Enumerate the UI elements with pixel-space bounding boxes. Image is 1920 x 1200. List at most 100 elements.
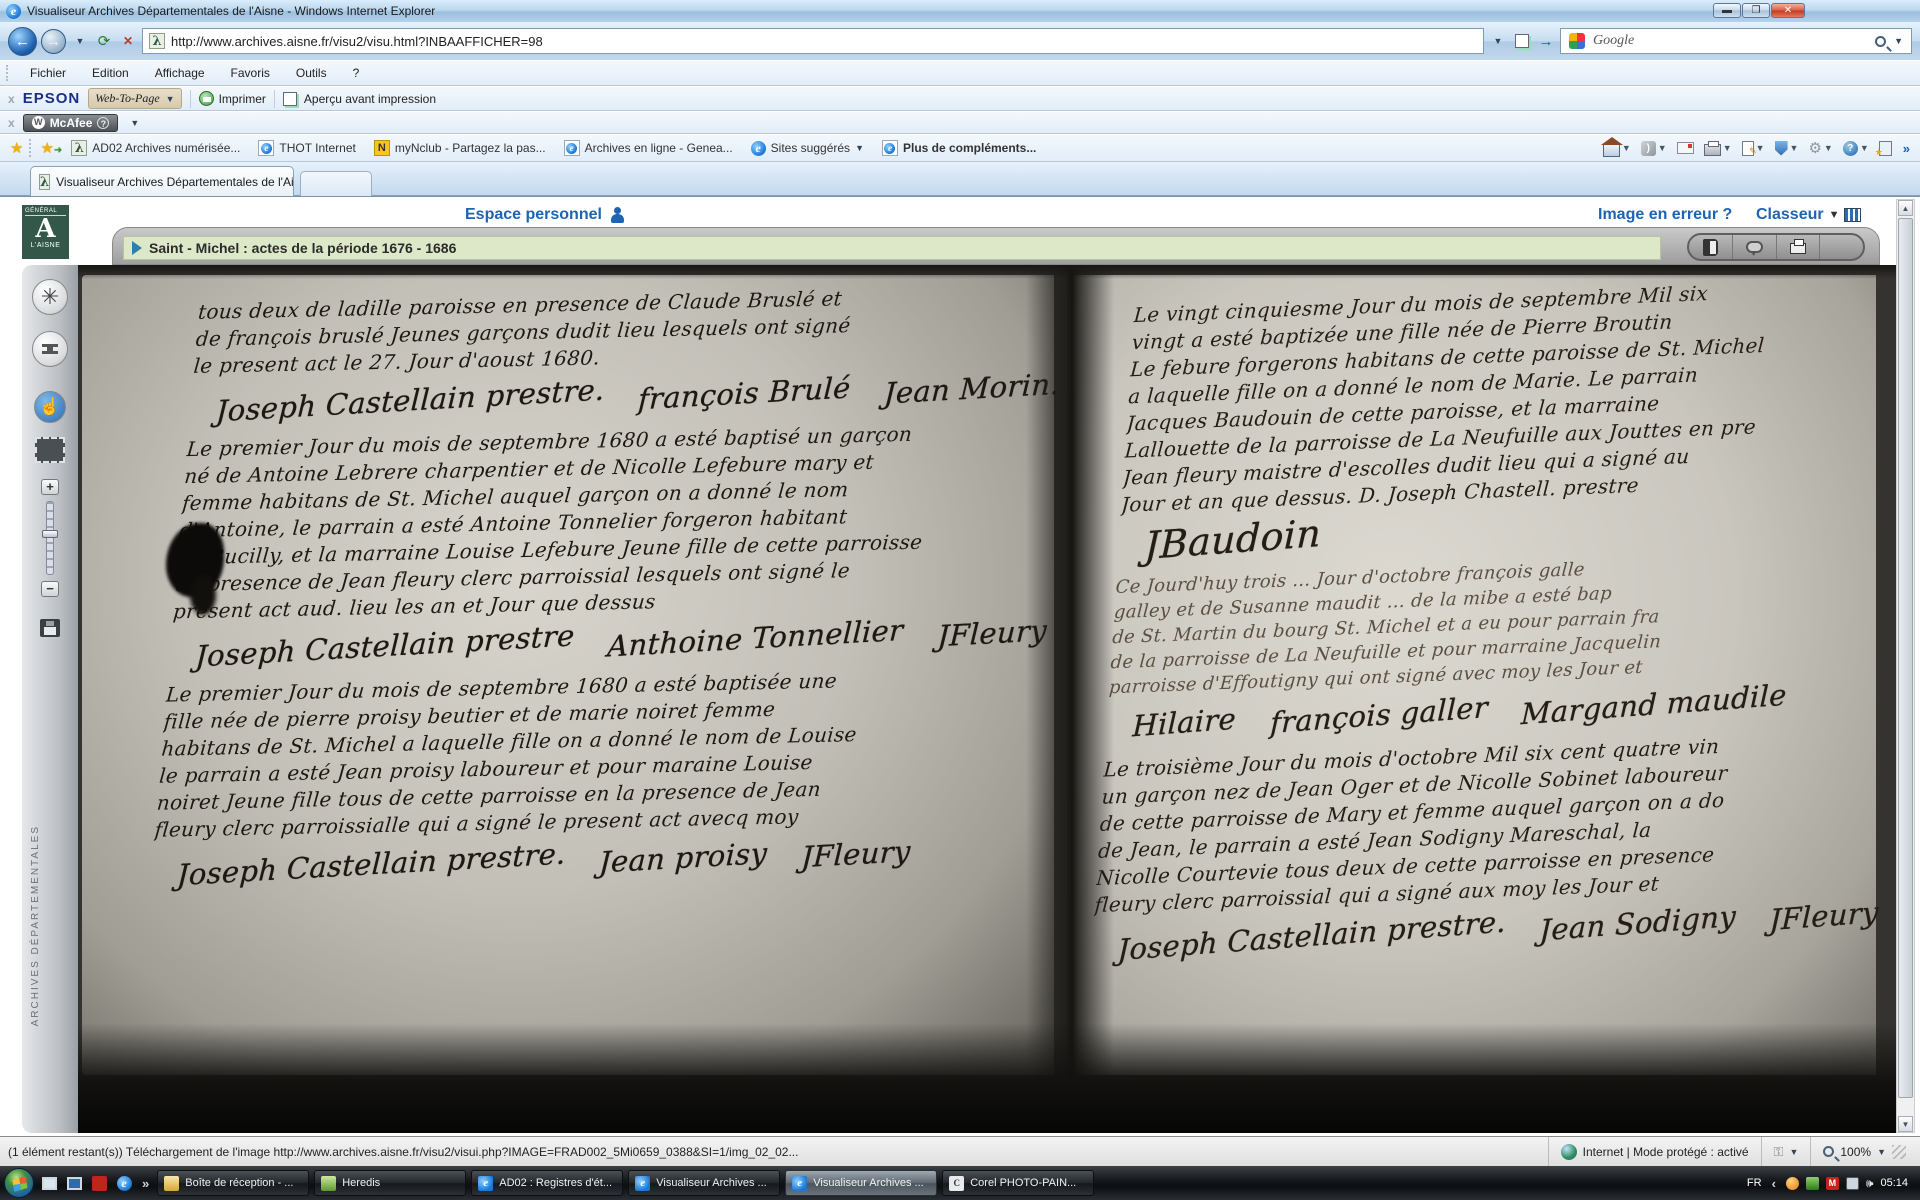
window-switcher-button[interactable]	[64, 1173, 84, 1193]
espace-personnel-link[interactable]: Espace personnel	[465, 206, 624, 224]
taskbar-button[interactable]: Boîte de réception - ...	[157, 1170, 309, 1196]
levels-icon	[42, 344, 58, 354]
scroll-up-button[interactable]: ▲	[1898, 200, 1913, 216]
menu-outils[interactable]: Outils	[283, 66, 340, 80]
classeur-grid-icon[interactable]	[1844, 208, 1861, 222]
language-indicator[interactable]: FR	[1747, 1177, 1762, 1189]
favorite-item[interactable]: eSites suggérés▼	[742, 141, 873, 156]
mail-button[interactable]	[1674, 141, 1697, 155]
protected-mode-button[interactable]: ⚿▼	[1761, 1137, 1811, 1166]
favorites-button[interactable]: ★	[10, 139, 23, 157]
compatibility-button[interactable]	[1512, 29, 1532, 53]
taskbar-button[interactable]: Heredis	[314, 1170, 466, 1196]
search-icon[interactable]	[1875, 36, 1886, 47]
zoom-out-button[interactable]: −	[41, 581, 59, 597]
minimize-button[interactable]: ▬	[1713, 3, 1741, 18]
tray-network-activity-icon[interactable]	[1806, 1177, 1819, 1190]
manuscript-image[interactable]: tous deux de ladille paroisse en presenc…	[78, 265, 1896, 1133]
search-dropdown-icon[interactable]: ▼	[1894, 36, 1903, 46]
quicklaunch-mcafee[interactable]	[89, 1173, 109, 1193]
print-view-button[interactable]	[1777, 235, 1821, 259]
page-content: GÉNÉRAL A L'AISNE Espace personnel Image…	[0, 196, 1920, 1136]
menu-affichage[interactable]: Affichage	[142, 66, 218, 80]
tray-volume-icon[interactable]: 🕪	[1866, 1176, 1874, 1191]
manuscript-act: Le premier Jour du mois de septembre 168…	[150, 665, 967, 886]
favorite-item[interactable]: eArchives en ligne - Genea...	[555, 140, 742, 156]
menu-aide[interactable]: ?	[340, 66, 373, 80]
play-triangle-icon	[132, 241, 142, 255]
tools-button[interactable]: ⚙▼	[1805, 138, 1835, 158]
zoom-control[interactable]: 100% ▼	[1810, 1137, 1920, 1166]
quicklaunch-ie[interactable]: e	[114, 1173, 134, 1193]
web-to-page-button[interactable]: Web-To-Page ▼	[88, 88, 181, 109]
start-button[interactable]	[4, 1168, 34, 1198]
tab-visualiseur[interactable]: λ Visualiseur Archives Départementales d…	[30, 166, 294, 196]
overview-tool-button[interactable]: ✳	[32, 279, 68, 315]
save-view-button[interactable]	[40, 619, 60, 637]
zoom-slider-handle[interactable]	[42, 530, 58, 538]
classeur-link[interactable]: Classeur ▼	[1756, 206, 1861, 224]
stop-button[interactable]: ✕	[118, 29, 138, 53]
favorite-item[interactable]: eTHOT Internet	[249, 140, 364, 156]
menu-favoris[interactable]: Favoris	[218, 66, 283, 80]
safety-button[interactable]: ▼	[1772, 140, 1802, 157]
taskbar-button[interactable]: eAD02 : Registres d'ét...	[471, 1170, 623, 1196]
tray-chevron[interactable]: ‹	[1772, 1176, 1776, 1191]
taskbar-button[interactable]: eVisualiseur Archives ...	[628, 1170, 780, 1196]
tray-mcafee-icon[interactable]: M	[1826, 1177, 1839, 1190]
tray-display-icon[interactable]	[1846, 1177, 1859, 1190]
tray-update-icon[interactable]	[1786, 1177, 1799, 1190]
apercu-button[interactable]: Aperçu avant impression	[304, 92, 436, 106]
navigation-bar: ← → ▼ ⟳ ✕ λ http://www.archives.aisne.fr…	[0, 22, 1920, 60]
help-button[interactable]: ?▼	[1840, 140, 1872, 157]
status-text: (1 élément restant(s)) Téléchargement de…	[0, 1145, 1548, 1159]
favorite-item[interactable]: NmyNclub - Partagez la pas...	[365, 140, 555, 156]
register-button[interactable]	[1689, 235, 1733, 259]
menu-edition[interactable]: Edition	[79, 66, 142, 80]
close-button[interactable]: ✕	[1771, 3, 1805, 18]
restore-button[interactable]: ❐	[1742, 3, 1770, 18]
menu-fichier[interactable]: Fichier	[17, 66, 79, 80]
selection-tool-button[interactable]	[35, 437, 65, 463]
epson-close-button[interactable]: x	[8, 92, 15, 106]
pan-tool-button[interactable]: ☝	[34, 391, 66, 423]
favorites-doc-button[interactable]	[1876, 140, 1895, 157]
back-button[interactable]: ←	[8, 27, 37, 56]
mcafee-button[interactable]: W McAfee ?	[23, 114, 119, 132]
refresh-button[interactable]: ⟳	[94, 29, 114, 53]
page-scrollbar[interactable]: ▲ ▼	[1896, 199, 1915, 1133]
history-dropdown[interactable]: ▼	[70, 29, 90, 53]
contrast-tool-button[interactable]	[32, 331, 68, 367]
image-en-erreur-link[interactable]: Image en erreur ?	[1598, 206, 1732, 224]
manuscript-act: Le premier Jour du mois de septembre 168…	[168, 419, 987, 667]
overflow-chevron[interactable]: »	[1903, 141, 1910, 156]
favorite-item[interactable]: λAD02 Archives numérisée...	[62, 140, 249, 156]
signature: Joseph Castellain prestre.	[176, 836, 566, 892]
go-button[interactable]: →	[1536, 29, 1556, 53]
forward-button[interactable]: →	[41, 29, 66, 54]
address-bar[interactable]: λ http://www.archives.aisne.fr/visu2/vis…	[142, 28, 1484, 54]
show-desktop-button[interactable]	[39, 1173, 59, 1193]
mcafee-dropdown-icon[interactable]: ▼	[130, 118, 139, 128]
taskbar-button[interactable]: CCorel PHOTO-PAIN...	[942, 1170, 1094, 1196]
quicklaunch-chevron[interactable]: »	[142, 1176, 149, 1191]
scroll-down-button[interactable]: ▼	[1898, 1116, 1913, 1132]
zoom-in-button[interactable]: +	[41, 479, 59, 495]
comment-button[interactable]	[1733, 235, 1777, 259]
taskbar-button[interactable]: eVisualiseur Archives ...	[785, 1170, 937, 1196]
new-tab-stub[interactable]	[300, 171, 372, 196]
imprimer-button[interactable]: Imprimer	[219, 92, 266, 106]
print-button[interactable]: ▼	[1701, 140, 1735, 157]
add-favorite-button[interactable]: ★➜	[40, 139, 62, 157]
favorite-item[interactable]: ePlus de compléments...	[873, 140, 1045, 156]
zoom-slider[interactable]	[46, 501, 54, 575]
mcafee-close-button[interactable]: x	[8, 116, 15, 130]
page-menu-button[interactable]: ▼	[1739, 140, 1768, 157]
home-button[interactable]: ▼	[1600, 139, 1634, 158]
search-box[interactable]: Google ▼	[1560, 28, 1912, 54]
feeds-button[interactable]: )▼	[1638, 140, 1670, 157]
scrollbar-thumb[interactable]	[1898, 218, 1913, 1098]
address-dropdown[interactable]: ▼	[1488, 29, 1508, 53]
mcafee-help-icon: ?	[97, 117, 109, 129]
home-icon	[1603, 144, 1620, 157]
